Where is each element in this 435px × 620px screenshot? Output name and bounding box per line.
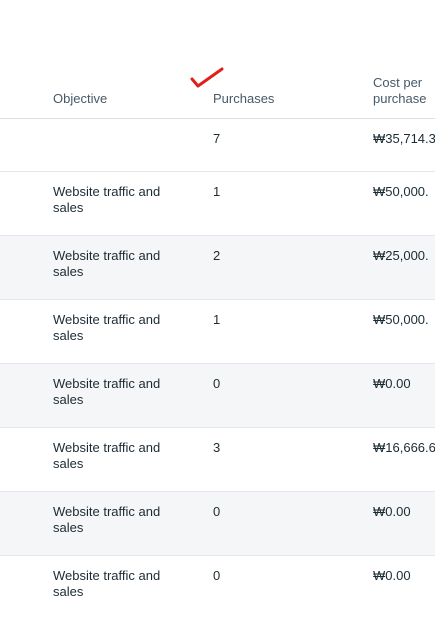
objective-cell: Website traffic and sales — [53, 376, 161, 407]
purchases-cell: 2 — [213, 248, 221, 263]
table-row[interactable]: Website traffic and sales 1 ₩50,000. — [0, 172, 435, 236]
table-row[interactable]: Website traffic and sales 0 ₩0.00 — [0, 364, 435, 428]
objective-cell: Website traffic and sales — [53, 248, 161, 279]
summary-purchases: 7 — [213, 131, 221, 146]
purchases-cell: 3 — [213, 440, 221, 455]
column-header-objective[interactable]: Objective — [53, 91, 107, 107]
objective-cell: Website traffic and sales — [53, 504, 161, 535]
objective-cell: Website traffic and sales — [53, 568, 161, 599]
cost-per-purchase-cell: ₩25,000. — [373, 248, 429, 263]
red-checkmark-icon — [190, 67, 224, 88]
purchases-cell: 1 — [213, 312, 221, 327]
objective-cell: Website traffic and sales — [53, 440, 161, 471]
cost-per-purchase-cell: ₩16,666.6 — [373, 440, 435, 455]
column-header-purchases[interactable]: Purchases — [213, 91, 274, 107]
purchases-cell: 0 — [213, 504, 221, 519]
column-header-cost-per-purchase[interactable]: Cost per purchase — [373, 75, 435, 107]
table-row[interactable]: Website traffic and sales 1 ₩50,000. — [0, 300, 435, 364]
table-row[interactable]: Website traffic and sales 2 ₩25,000. — [0, 236, 435, 300]
table-row[interactable]: Website traffic and sales 0 ₩0.00 — [0, 492, 435, 556]
table-row[interactable]: Website traffic and sales 3 ₩16,666.6 — [0, 428, 435, 492]
purchases-cell: 0 — [213, 376, 221, 391]
cost-per-purchase-cell: ₩50,000. — [373, 312, 429, 327]
cost-per-purchase-cell: ₩0.00 — [373, 504, 411, 519]
cost-per-purchase-cell: ₩50,000. — [373, 184, 429, 199]
cost-per-purchase-cell: ₩0.00 — [373, 376, 411, 391]
objective-cell: Website traffic and sales — [53, 312, 161, 343]
cost-per-purchase-cell: ₩0.00 — [373, 568, 411, 583]
table-row[interactable]: Website traffic and sales 0 ₩0.00 — [0, 556, 435, 619]
summary-cost-per-purchase: ₩35,714.3 — [373, 131, 435, 146]
purchases-cell: 1 — [213, 184, 221, 199]
purchases-cell: 0 — [213, 568, 221, 583]
summary-row: 7 ₩35,714.3 — [0, 119, 435, 172]
objective-cell: Website traffic and sales — [53, 184, 161, 215]
